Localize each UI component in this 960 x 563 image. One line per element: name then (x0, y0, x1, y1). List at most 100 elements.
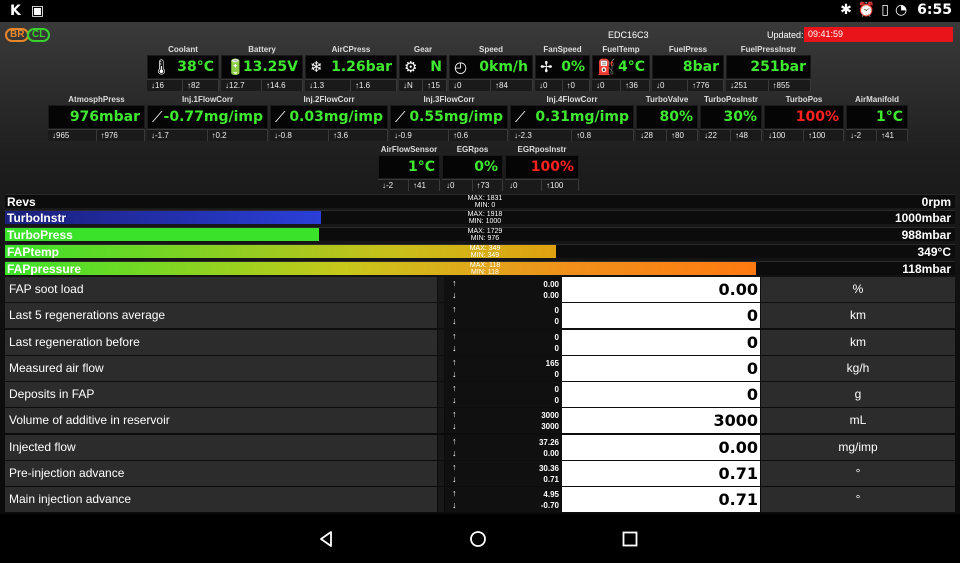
gauge-max: ↑855 (768, 80, 811, 91)
gauge-gear[interactable]: Gear ⚙ N ↓N ↑15 (399, 44, 447, 91)
gauge-value-box: ❄ 1.26bar (305, 55, 397, 79)
param-max: 0 (554, 332, 559, 342)
badge-br[interactable]: BR (5, 28, 30, 42)
arrow-down-icon: ↓ (452, 290, 457, 300)
badge-cl[interactable]: CL (27, 28, 51, 42)
param-row[interactable]: Last 5 regenerations average ↑ ↓ 0 0 0 km (5, 303, 955, 329)
gauge-min: ↓28 (636, 130, 667, 141)
gauge-inj-2flowcorr[interactable]: Inj.2FlowCorr ⟋ 0.03mg/imp ↓-0.8 ↑3.6 (270, 94, 388, 141)
gauge-max: ↑976 (96, 130, 145, 141)
param-row[interactable]: Volume of additive in reservoir ↑ ↓ 3000 300… (5, 408, 955, 434)
gauge-min: ↓100 (764, 130, 804, 141)
param-divider (438, 408, 444, 434)
arrow-up-icon: ↑ (452, 461, 457, 472)
param-value: 0 (562, 303, 760, 329)
gauge-fanspeed[interactable]: FanSpeed ✢ 0% ↓0 ↑0 (535, 44, 590, 91)
gauge-min: ↓-1.7 (147, 130, 208, 141)
bar-turboinstr[interactable]: TurboInstr MAX: 1918 MIN: 1000 1000mbar (5, 210, 955, 224)
bar-turbopress[interactable]: TurboPress MAX: 1729 MIN: 976 988mbar (5, 227, 955, 241)
gauge-turbopos[interactable]: TurboPos 100% ↓100 ↑100 (764, 94, 844, 141)
gauge-minmax: ↓-1.7 ↑0.2 (147, 129, 268, 141)
param-row[interactable]: Injected flow ↑ ↓ 37.26 0.00 0.00 mg/imp (5, 434, 955, 460)
arrow-up-icon: ↑ (452, 435, 457, 446)
param-divider (438, 303, 444, 329)
param-row[interactable]: Main injection advance ↑ ↓ 4.95 -0.70 0.71 ° (5, 487, 955, 512)
gauge-max: ↑41 (877, 130, 908, 141)
gauge-minmax: ↓0 ↑36 (592, 79, 650, 91)
param-unit: g (761, 382, 955, 407)
param-divider (438, 355, 444, 381)
arrow-down-icon: ↓ (452, 395, 457, 405)
snowflake-icon: ❄ (310, 59, 323, 76)
gauge-value-box: ⟋ 0.31mg/imp (510, 105, 634, 129)
gauge-turboposinstr[interactable]: TurboPosInstr 30% ↓22 ↑48 (700, 94, 762, 141)
param-unit: km (761, 303, 955, 329)
gauge-battery[interactable]: Battery 🔋 13.25V ↓12.7 ↑14.6 (221, 44, 303, 91)
gauge-value-box: ⛽ 4°C (592, 55, 650, 79)
gauge-value-box: ⚙ N (399, 55, 447, 79)
home-icon[interactable] (466, 527, 490, 551)
fan-icon: ✢ (540, 59, 553, 76)
gauge-coolant[interactable]: Coolant 🌡 38°C ↓16 ↑82 (147, 44, 219, 91)
gauge-fuelpressinstr[interactable]: FuelPressInstr 251bar ↓251 ↑855 (726, 44, 811, 91)
bar-revs[interactable]: Revs MAX: 1831 MIN: 0 0rpm (5, 194, 955, 208)
gauge-speed[interactable]: Speed ◴ 0km/h ↓0 ↑84 (449, 44, 533, 91)
gauge-minmax: ↓100 ↑100 (764, 129, 844, 141)
gauge-value: 0.31mg/imp (535, 109, 629, 125)
param-max: 4.95 (543, 490, 559, 499)
gauge-value: 1.26bar (331, 59, 392, 75)
param-row[interactable]: FAP soot load ↑ ↓ 0.00 0.00 0.00% (5, 277, 955, 302)
gauge-turbovalve[interactable]: TurboValve 80% ↓28 ↑80 (636, 94, 698, 141)
gauge-value-box: 0% (442, 155, 503, 179)
bar-value: 118mbar (902, 262, 951, 275)
gauge-value: 30% (723, 109, 757, 125)
back-icon[interactable] (314, 527, 338, 551)
gauge-aircpress[interactable]: AirCPress ❄ 1.26bar ↓1.3 ↑1.6 (305, 44, 397, 91)
battery-icon: 🔋 (226, 59, 245, 76)
bar-name: FAPtemp (7, 245, 60, 258)
param-row[interactable]: Measured air flow ↑ ↓ 165 0 0 kg/h (5, 355, 955, 381)
param-row[interactable]: Deposits in FAP ↑ ↓ 0 0 0 g (5, 382, 955, 407)
param-row[interactable]: Last regeneration before ↑ ↓ 0 0 0 km (5, 329, 955, 355)
param-max: 0 (554, 385, 559, 394)
gauge-inj-1flowcorr[interactable]: Inj.1FlowCorr ⟋ -0.77mg/imp ↓-1.7 ↑0.2 (147, 94, 268, 141)
gauge-max: ↑41 (409, 180, 440, 191)
gauge-max: ↑36 (621, 80, 650, 91)
gauge-atmosphpress[interactable]: AtmosphPress 976mbar ↓965 ↑976 (48, 94, 145, 141)
gauge-max: ↑100 (542, 180, 579, 191)
coolant-thermometer-icon: 🌡 (152, 59, 172, 76)
gauge-airmanifold[interactable]: AirManifold 1°C ↓-2 ↑41 (846, 94, 908, 141)
gauge-value: 13.25V (242, 59, 298, 75)
bar-value: 1000mbar (894, 211, 951, 224)
gauge-label: Inj.1FlowCorr (181, 95, 234, 104)
param-name: Injected flow (5, 434, 437, 460)
recents-icon[interactable] (618, 527, 642, 551)
gauge-minmax: ↓0 ↑0 (535, 79, 590, 91)
gauge-min: ↓-0.9 (390, 130, 449, 141)
param-min: 0 (554, 396, 559, 405)
arrow-down-icon: ↓ (452, 368, 457, 379)
param-minmax: ↑ ↓ 0 0 (445, 329, 561, 355)
param-min: 0.00 (543, 448, 559, 458)
gauge-inj-4flowcorr[interactable]: Inj.4FlowCorr ⟋ 0.31mg/imp ↓-2.3 ↑0.8 (510, 94, 634, 141)
bar-minmax: MAX: 1729 MIN: 976 (460, 228, 510, 241)
gauge-fueltemp[interactable]: FuelTemp ⛽ 4°C ↓0 ↑36 (592, 44, 650, 91)
gauge-egrposinstr[interactable]: EGRposInstr 100% ↓0 ↑100 (505, 144, 579, 191)
gauge-egrpos[interactable]: EGRpos 0% ↓0 ↑73 (442, 144, 503, 191)
param-unit: ° (761, 460, 955, 486)
param-row[interactable]: Pre-injection advance ↑ ↓ 30.36 0.71 0.71 ° (5, 460, 955, 486)
bar-min: MIN: 349 (470, 252, 500, 258)
bar-fappressure[interactable]: FAPpressure MAX: 118 MIN: 118 118mbar (5, 261, 955, 275)
gauge-value: 0km/h (479, 59, 528, 75)
gauge-fuelpress[interactable]: FuelPress 8bar ↓0 ↑776 (652, 44, 724, 91)
gauge-inj-3flowcorr[interactable]: Inj.3FlowCorr ⟋ 0.55mg/imp ↓-0.9 ↑0.6 (390, 94, 508, 141)
gauge-max: ↑0.6 (449, 130, 508, 141)
arrow-up-icon: ↑ (452, 304, 457, 315)
bar-faptemp[interactable]: FAPtemp MAX: 349 MIN: 349 349°C (5, 244, 955, 258)
gauge-minmax: ↓-2 ↑41 (378, 179, 440, 191)
bar-min: MIN: 1000 (468, 218, 502, 224)
gauge-value: 80% (659, 109, 693, 125)
gauge-airflowsensor[interactable]: AirFlowSensor 1°C ↓-2 ↑41 (378, 144, 440, 191)
param-unit: % (761, 277, 955, 302)
param-divider (438, 329, 444, 355)
